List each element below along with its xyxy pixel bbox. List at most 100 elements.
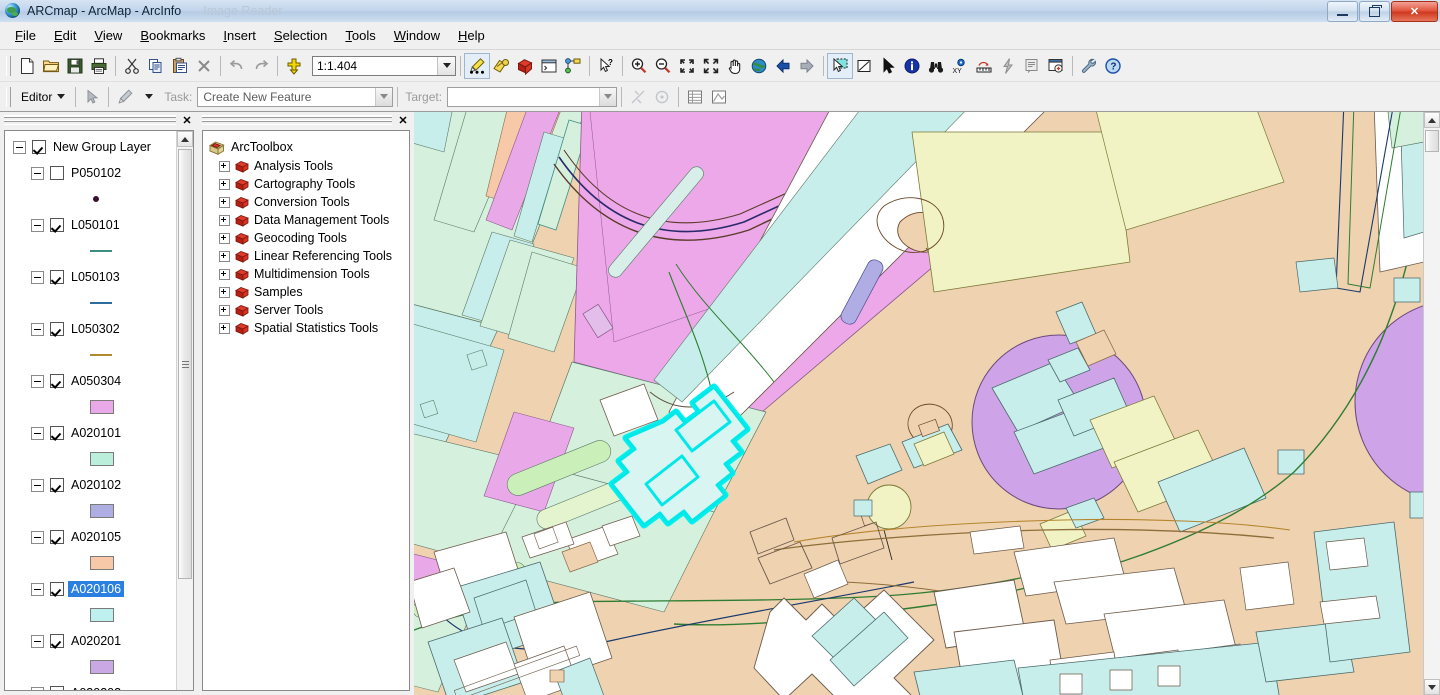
save-icon[interactable]: [63, 54, 87, 78]
expand-plus-icon[interactable]: [219, 322, 230, 334]
model-builder-icon[interactable]: [561, 54, 585, 78]
full-extent-globe-icon[interactable]: [747, 54, 771, 78]
go-forward-extent-icon[interactable]: [795, 54, 819, 78]
layer-name-label[interactable]: A050304: [71, 374, 121, 388]
layer-visibility-checkbox[interactable]: [50, 218, 64, 232]
expand-plus-icon[interactable]: [219, 196, 230, 208]
menu-edit[interactable]: Edit: [45, 24, 85, 47]
toc-layer-l050103[interactable]: L050103: [5, 264, 177, 316]
layer-name-label[interactable]: L050101: [71, 218, 120, 232]
collapse-toggle-icon[interactable]: [31, 270, 44, 284]
toc-vertical-scrollbar[interactable]: [176, 131, 193, 690]
close-button[interactable]: ✕: [1391, 1, 1438, 22]
toolbox-item-multidimension-tools[interactable]: Multidimension Tools: [209, 265, 409, 283]
target-dropdown-arrow[interactable]: [599, 87, 617, 106]
collapse-toggle-icon[interactable]: [31, 582, 44, 596]
toolbar-grip[interactable]: [6, 55, 11, 76]
layer-visibility-checkbox[interactable]: [50, 322, 64, 336]
layer-symbol-row[interactable]: [5, 342, 177, 368]
select-elements-icon[interactable]: [876, 54, 900, 78]
go-back-extent-icon[interactable]: [771, 54, 795, 78]
add-data-icon[interactable]: [282, 54, 306, 78]
toc-layer-row[interactable]: A020106: [5, 576, 177, 602]
toc-layer-a020201[interactable]: A020201: [5, 628, 177, 680]
layer-visibility-checkbox[interactable]: [50, 374, 64, 388]
maximize-restore-button[interactable]: [1359, 1, 1390, 22]
layer-visibility-checkbox[interactable]: [50, 426, 64, 440]
redo-icon[interactable]: [249, 54, 273, 78]
toolbox-item-spatial-statistics-tools[interactable]: Spatial Statistics Tools: [209, 319, 409, 337]
layer-name-label[interactable]: P050102: [71, 166, 121, 180]
collapse-toggle-icon[interactable]: [31, 634, 44, 648]
toc-layer-row[interactable]: A020201: [5, 628, 177, 654]
menu-selection[interactable]: Selection: [265, 24, 336, 47]
toc-layer-a020105[interactable]: A020105: [5, 524, 177, 576]
task-combo[interactable]: Create New Feature: [197, 86, 394, 107]
collapse-toggle-icon[interactable]: [13, 140, 26, 154]
layer-symbol-row[interactable]: [5, 290, 177, 316]
toc-layer-a050304[interactable]: A050304: [5, 368, 177, 420]
toc-panel-close-button[interactable]: ✕: [178, 112, 196, 128]
find-xy-icon[interactable]: XY: [948, 54, 972, 78]
clear-selection-icon[interactable]: [852, 54, 876, 78]
task-dropdown-arrow[interactable]: [375, 87, 393, 106]
collapse-toggle-icon[interactable]: [31, 686, 44, 690]
print-icon[interactable]: [87, 54, 111, 78]
help-icon[interactable]: ?: [1101, 54, 1125, 78]
toolbox-panel-close-button[interactable]: ✕: [394, 112, 412, 128]
layer-name-label[interactable]: A020101: [71, 426, 121, 440]
layer-name-label[interactable]: A020102: [71, 478, 121, 492]
toc-layer-row[interactable]: A020101: [5, 420, 177, 446]
layer-visibility-checkbox[interactable]: [50, 270, 64, 284]
rotate-tool-icon[interactable]: [650, 85, 674, 109]
layer-visibility-checkbox[interactable]: [50, 478, 64, 492]
collapse-toggle-icon[interactable]: [31, 166, 44, 180]
map-scale-dropdown-arrow[interactable]: [437, 56, 455, 75]
zoom-in-icon[interactable]: [627, 54, 651, 78]
target-combo[interactable]: [447, 86, 618, 107]
layer-name-label[interactable]: A020106: [68, 581, 125, 597]
layer-symbol-row[interactable]: [5, 654, 177, 680]
toolbox-panel-grip[interactable]: [202, 115, 392, 125]
layer-symbol-row[interactable]: [5, 550, 177, 576]
toc-layer-row[interactable]: A020105: [5, 524, 177, 550]
layer-name-label[interactable]: New Group Layer: [53, 140, 151, 154]
menu-help[interactable]: Help: [449, 24, 494, 47]
find-binoculars-icon[interactable]: [924, 54, 948, 78]
toc-layer-new-group-layer[interactable]: New Group Layer: [5, 134, 177, 160]
layer-visibility-checkbox[interactable]: [32, 140, 46, 154]
expand-plus-icon[interactable]: [219, 160, 230, 172]
toc-layer-l050101[interactable]: L050101: [5, 212, 177, 264]
layer-name-label[interactable]: L050302: [71, 322, 120, 336]
layer-visibility-checkbox[interactable]: [50, 530, 64, 544]
measure-icon[interactable]: [972, 54, 996, 78]
toolbox-item-analysis-tools[interactable]: Analysis Tools: [209, 157, 409, 175]
toc-layer-row[interactable]: New Group Layer: [5, 134, 177, 160]
toc-layer-row[interactable]: A020102: [5, 472, 177, 498]
collapse-toggle-icon[interactable]: [31, 530, 44, 544]
toc-layer-a020102[interactable]: A020102: [5, 472, 177, 524]
time-slider-icon[interactable]: [1044, 54, 1068, 78]
toc-layer-a020106[interactable]: A020106: [5, 576, 177, 628]
toolbox-item-data-management-tools[interactable]: Data Management Tools: [209, 211, 409, 229]
editor-toolbar-grip[interactable]: [6, 86, 11, 107]
toolbox-root-node[interactable]: ArcToolbox: [209, 137, 409, 157]
zoom-out-icon[interactable]: [651, 54, 675, 78]
open-folder-icon[interactable]: [39, 54, 63, 78]
menu-window[interactable]: Window: [385, 24, 449, 47]
layer-visibility-checkbox[interactable]: [50, 686, 64, 690]
show-hide-toc-icon[interactable]: [489, 54, 513, 78]
layer-symbol-row[interactable]: [5, 394, 177, 420]
expand-plus-icon[interactable]: [219, 214, 230, 226]
edit-tool-arrow-icon[interactable]: [80, 85, 104, 109]
toolbox-item-server-tools[interactable]: Server Tools: [209, 301, 409, 319]
toc-layer-row[interactable]: L050302: [5, 316, 177, 342]
toolbox-item-cartography-tools[interactable]: Cartography Tools: [209, 175, 409, 193]
cut-icon[interactable]: [120, 54, 144, 78]
arctoolbox-icon[interactable]: [513, 54, 537, 78]
sketch-properties-icon[interactable]: [707, 85, 731, 109]
layer-symbol-row[interactable]: [5, 498, 177, 524]
html-popup-icon[interactable]: [1020, 54, 1044, 78]
layer-visibility-checkbox[interactable]: [50, 634, 64, 648]
map-scroll-down-button[interactable]: [1424, 679, 1440, 695]
